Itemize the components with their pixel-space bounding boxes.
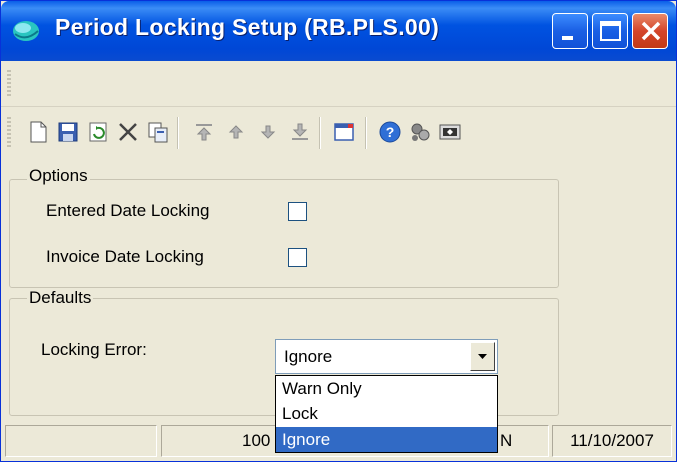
chevron-down-icon [478,354,487,359]
save-icon[interactable] [55,119,81,145]
refresh-icon[interactable] [85,119,111,145]
locking-error-label: Locking Error: [41,340,147,359]
minimize-icon [562,36,573,40]
status-pane-1 [5,425,157,457]
customize-icon[interactable] [407,119,433,145]
menu-grip[interactable] [7,70,11,96]
dropdown-button[interactable] [470,342,495,371]
toolbar-grip[interactable] [7,117,11,147]
window-title: Period Locking Setup (RB.PLS.00) [55,14,440,40]
invoice-date-label: Invoice Date Locking [46,247,204,266]
close-icon [641,21,661,41]
invoice-date-checkbox[interactable] [288,248,307,267]
previous-record-icon[interactable] [223,119,249,145]
option-ignore[interactable]: Ignore [276,427,497,452]
delete-icon[interactable] [115,119,141,145]
copy-icon[interactable] [145,119,171,145]
help-icon[interactable]: ? [377,119,403,145]
maximize-icon [600,21,621,41]
status-pane-2-text: 100 [242,431,271,450]
status-pane-3-text: N [500,431,513,450]
window-icon[interactable] [331,119,357,145]
menu-bar [1,62,676,106]
options-legend: Options [27,166,90,186]
locking-error-dropdown: Warn Only Lock Ignore [275,375,498,453]
toolbar-separator [319,117,321,149]
window: Period Locking Setup (RB.PLS.00) ? Optio… [0,0,677,462]
locking-error-value: Ignore [284,347,333,366]
entered-date-label: Entered Date Locking [46,201,210,220]
locking-error-select[interactable]: Ignore [275,339,498,374]
svg-text:?: ? [386,124,395,140]
option-lock[interactable]: Lock [276,401,497,426]
screen-icon[interactable] [437,119,463,145]
options-group [9,179,559,288]
next-record-icon[interactable] [255,119,281,145]
maximize-button[interactable] [592,13,628,49]
title-bar[interactable]: Period Locking Setup (RB.PLS.00) [1,1,676,61]
new-document-icon[interactable] [25,119,51,145]
entered-date-checkbox[interactable] [288,202,307,221]
toolbar: ? [1,106,676,157]
status-date: 11/10/2007 [552,425,672,457]
defaults-legend: Defaults [27,288,94,308]
app-icon [13,21,39,41]
minimize-button[interactable] [552,13,588,49]
first-record-icon[interactable] [191,119,217,145]
option-warn-only[interactable]: Warn Only [276,376,497,401]
toolbar-separator [177,117,179,149]
close-button[interactable] [632,13,668,49]
toolbar-separator [365,117,367,149]
last-record-icon[interactable] [287,119,313,145]
